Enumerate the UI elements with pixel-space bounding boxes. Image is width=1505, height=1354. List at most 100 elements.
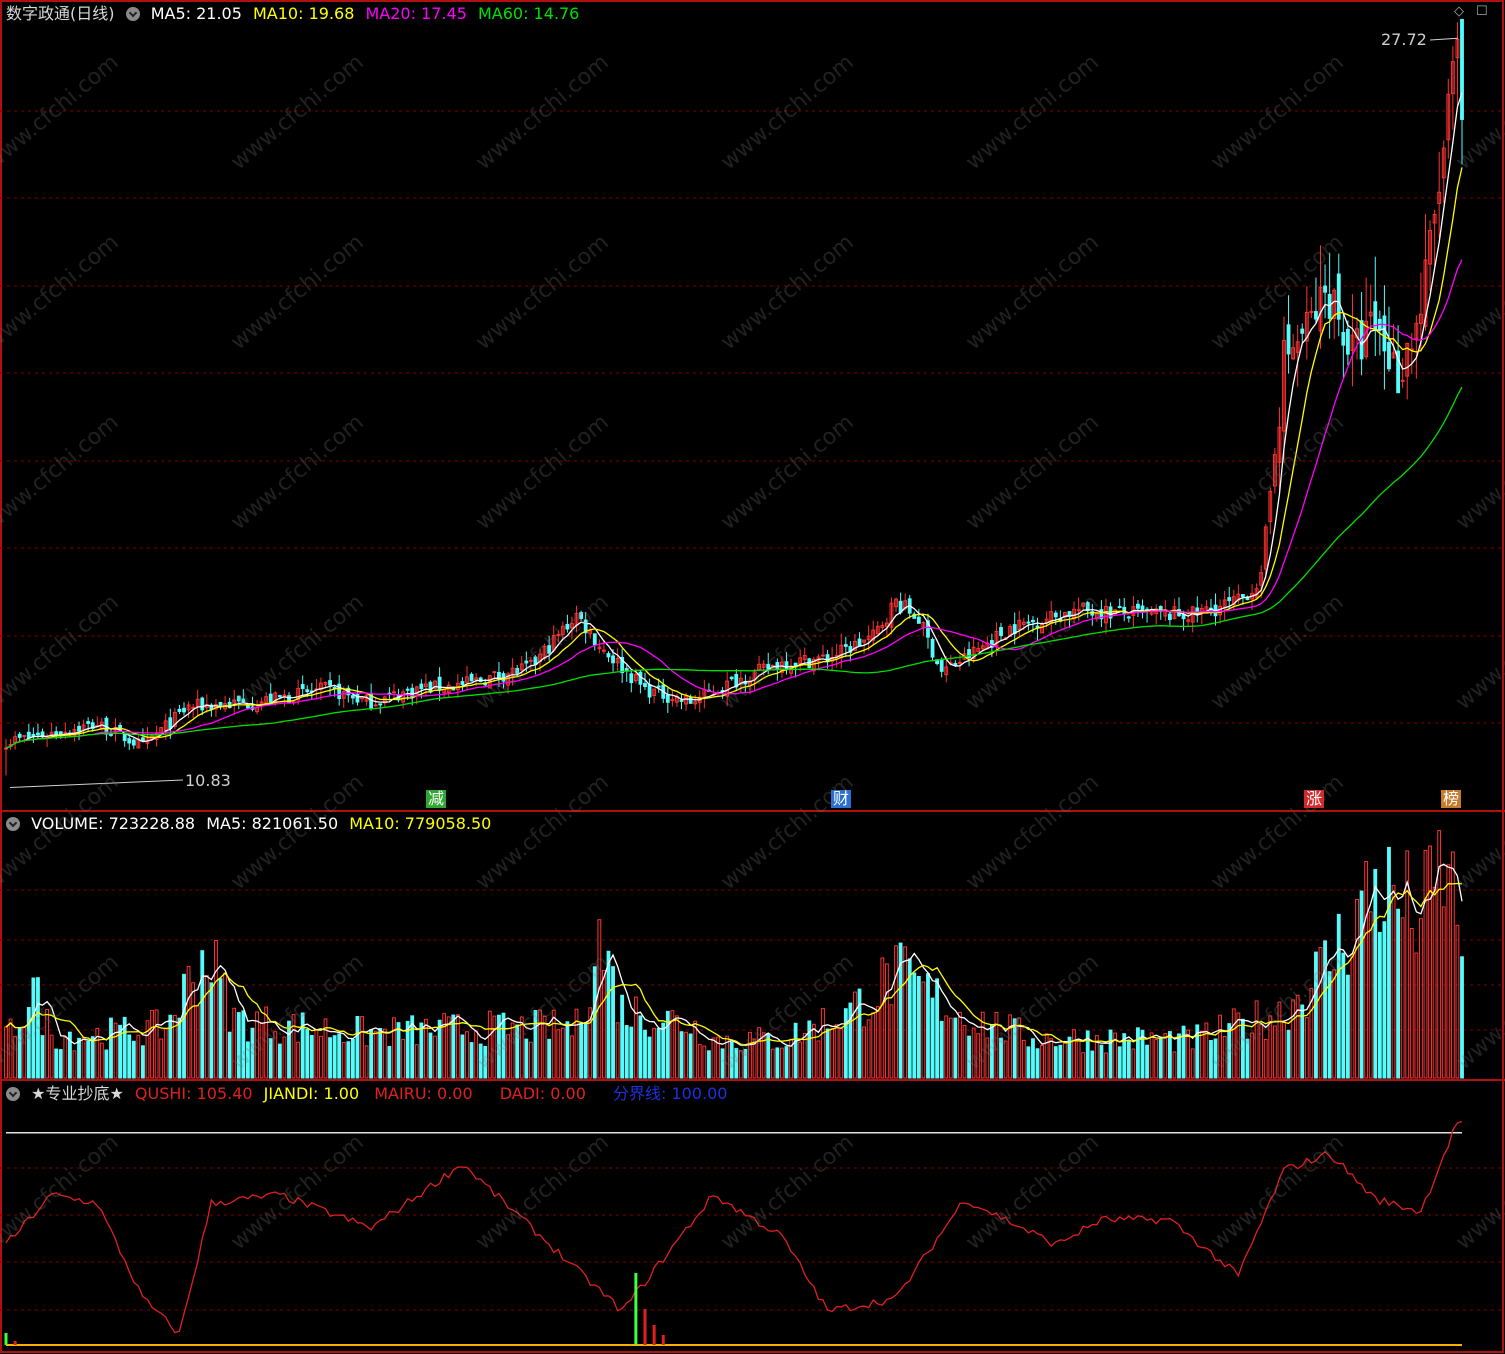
volume-bar (259, 1023, 264, 1079)
candle-body (1460, 18, 1464, 120)
volume-bar (487, 1010, 492, 1079)
volume-bar (218, 978, 223, 1079)
volume-panel-header: VOLUME: 723228.88 MA5: 821061.50 MA10: 7… (6, 813, 497, 835)
ma5-line (5, 92, 1463, 749)
volume-bar (706, 1050, 711, 1079)
volume-bar (825, 1028, 830, 1079)
volume-bar (49, 1034, 54, 1079)
volume-bar (182, 973, 186, 1079)
volume-bar (1419, 918, 1423, 1079)
volume-bar (684, 1031, 688, 1079)
volume-bar (643, 1029, 647, 1079)
volume-bar (45, 1008, 49, 1079)
volume-bar (136, 1034, 141, 1079)
candle-body (305, 689, 310, 693)
volume-bar (515, 1024, 520, 1079)
volume-bar (958, 1011, 962, 1079)
volume-bar (1350, 953, 1355, 1079)
volume-bar (1396, 908, 1401, 1079)
candle-body (670, 699, 675, 702)
volume-bar (474, 1030, 479, 1079)
volume-bar (985, 1037, 990, 1079)
candle-body (1167, 613, 1172, 621)
candle-body (629, 673, 634, 684)
volume-bar (1236, 1012, 1241, 1079)
volume-bar (606, 950, 611, 1079)
volume-bar (675, 1015, 679, 1079)
ma20-readout: MA20: 17.45 (365, 4, 467, 23)
volume-bar (104, 1049, 109, 1079)
volume-readout: VOLUME: 723228.88 (31, 814, 196, 833)
signal-bar (661, 1335, 665, 1345)
high-arrow (1429, 37, 1459, 41)
volume-bar (1044, 1033, 1049, 1079)
volume-bar (967, 1035, 971, 1079)
candle-body (1286, 324, 1291, 355)
candle-body (647, 684, 652, 698)
volume-bar (300, 1012, 305, 1079)
panel-menu-icon[interactable] (6, 817, 20, 831)
candle-body (218, 702, 223, 707)
volume-bar (414, 1044, 419, 1079)
volume-bar (437, 1019, 442, 1079)
candle-body (236, 695, 241, 702)
candle-body (930, 638, 935, 658)
volume-ma5-readout: MA5: 821061.50 (206, 814, 339, 833)
candle-body (1387, 342, 1391, 370)
event-badge-bang[interactable]: 榜 (1441, 790, 1462, 808)
volume-bar (784, 1046, 789, 1079)
volume-bar (314, 1029, 319, 1079)
volume-bar (492, 1015, 497, 1079)
event-badge-cai[interactable]: 财 (831, 790, 852, 808)
volume-bar (77, 1037, 81, 1079)
candle-body (843, 644, 848, 647)
volume-bar (652, 1027, 657, 1079)
signal-bar (652, 1325, 656, 1345)
volume-bar (1327, 971, 1332, 1079)
diamond-icon[interactable]: ◇ (1454, 4, 1464, 19)
volume-bar (994, 1011, 999, 1079)
volume-bar (1245, 1038, 1250, 1079)
volume-bar (665, 1010, 670, 1079)
candle-body (245, 704, 250, 709)
candle-body (999, 627, 1003, 637)
volume-bar (1154, 1039, 1159, 1079)
volume-bar (1017, 1017, 1022, 1079)
candle-body (656, 685, 661, 688)
volume-bar (483, 1045, 488, 1079)
volume-bar (734, 1047, 739, 1079)
volume-bar (624, 1025, 629, 1079)
candle-body (200, 697, 205, 711)
panel-menu-icon[interactable] (125, 7, 140, 21)
candle-body (497, 672, 501, 679)
volume-bar (1377, 931, 1382, 1079)
jiandi-readout: JIANDI: 1.00 (263, 1084, 360, 1103)
volume-bar (843, 1008, 848, 1079)
candle-body (77, 725, 81, 732)
volume-bar (287, 1020, 291, 1079)
volume-bar (341, 1041, 346, 1079)
volume-bar (1090, 1050, 1095, 1079)
volume-bar (989, 1025, 994, 1079)
volume-bar (1213, 1038, 1218, 1079)
volume-bar (1272, 1025, 1277, 1079)
event-badge-zhang[interactable]: 涨 (1304, 790, 1325, 808)
event-badge-jian[interactable]: 减 (426, 790, 447, 808)
panel-menu-icon[interactable] (6, 1087, 20, 1101)
volume-bar (264, 1006, 269, 1079)
volume-bar (236, 1012, 241, 1079)
close-icon[interactable]: ☐ (1476, 4, 1488, 19)
volume-bar (127, 1034, 132, 1079)
volume-bar (729, 1041, 734, 1079)
volume-bar (862, 1026, 866, 1079)
volume-bar (1291, 999, 1296, 1079)
qushi-line (5, 1120, 1463, 1334)
volume-bar (1003, 1040, 1008, 1079)
volume-bar (154, 1009, 159, 1079)
candle-body (1382, 315, 1387, 352)
volume-bar (962, 1024, 967, 1079)
volume-bar (319, 1035, 323, 1079)
volume-bar (159, 1038, 164, 1079)
volume-bar (766, 1033, 771, 1079)
volume-bar (1460, 956, 1464, 1079)
